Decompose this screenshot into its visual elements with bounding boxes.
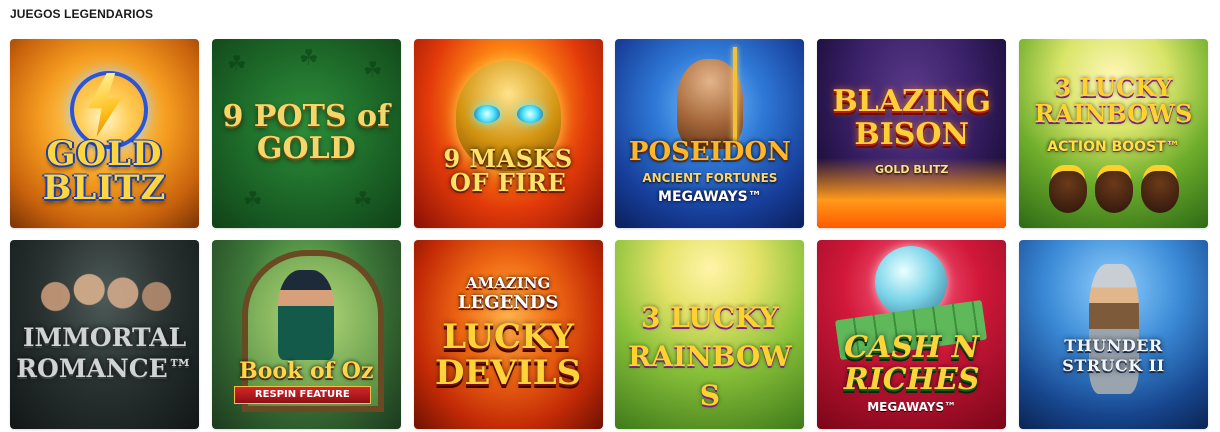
game-tile-poseidon[interactable]: POSEIDON ANCIENT FORTUNES MEGAWAYS™ (615, 39, 805, 228)
game-tile-thunderstruck-2[interactable]: THUNDER STRUCK II (1018, 240, 1208, 429)
megaways-badge: MEGAWAYS™ (867, 400, 957, 414)
respin-feature-banner: RESPIN FEATURE (233, 386, 371, 404)
game-title: THUNDER STRUCK II (1062, 336, 1165, 375)
game-title: POSEIDON (628, 137, 791, 167)
game-tile-cash-n-riches-megaways[interactable]: CASH N RICHES MEGAWAYS™ (817, 240, 1007, 429)
game-tile-amazing-legends-lucky-devils[interactable]: AMAZING LEGENDS Lucky DEVILS (413, 240, 603, 429)
mask-eye-icon (516, 105, 543, 123)
game-tile-immortal-romance[interactable]: IMMORTAL ROMANCE™ (10, 240, 199, 429)
game-title: 9 MASKS OF FIRE (443, 144, 573, 197)
clover-icon: ☘ (226, 51, 247, 76)
pot-of-gold-icon (1048, 171, 1087, 213)
clover-icon: ☘ (352, 187, 373, 212)
pot-of-gold-icon (1140, 171, 1179, 213)
game-title: 3 LUCKY RAINBOWS (1034, 73, 1193, 128)
game-subtitle: ANCIENT FORTUNES (642, 171, 778, 185)
game-tile-book-of-oz[interactable]: Book of Oz RESPIN FEATURE (211, 240, 401, 429)
games-grid: GOLD BLITZ ☘ ☘ ☘ ☘ ☘ 9 POTS of GOLD 9 MA… (10, 39, 1208, 429)
clover-icon: ☘ (298, 45, 319, 70)
game-title: GOLD BLITZ (42, 134, 167, 208)
game-title: Lucky DEVILS (435, 317, 582, 393)
game-subtitle: LEGENDS (457, 292, 559, 313)
clover-icon: ☘ (362, 57, 383, 82)
game-tile-9-pots-of-gold[interactable]: ☘ ☘ ☘ ☘ ☘ 9 POTS of GOLD (211, 39, 401, 228)
game-tile-blazing-bison[interactable]: BLAZING BISON GOLD BLITZ (817, 39, 1007, 228)
game-subtitle: GOLD BLITZ (875, 163, 949, 176)
game-subtitle: AMAZING (465, 274, 551, 292)
game-subtitle: ACTION BOOST™ (1047, 139, 1180, 155)
wizard-figure (277, 270, 334, 360)
game-title: BLAZING BISON (832, 84, 992, 152)
game-title: 3 LUCKY RAINBOWS (628, 301, 792, 413)
clover-icon: ☘ (242, 187, 263, 212)
game-tile-gold-blitz[interactable]: GOLD BLITZ (10, 39, 199, 228)
game-tile-3-lucky-rainbows[interactable]: 3 LUCKY RAINBOWS (615, 240, 805, 429)
section-title: JUEGOS LEGENDARIOS (10, 7, 154, 21)
trident-icon (733, 47, 738, 147)
game-tile-9-masks-of-fire[interactable]: 9 MASKS OF FIRE (413, 39, 603, 228)
game-title: Book of Oz (239, 358, 374, 384)
pot-of-gold-icon (1094, 171, 1133, 213)
megaways-badge: MEGAWAYS™ (658, 189, 762, 205)
game-title: IMMORTAL ROMANCE™ (16, 323, 193, 384)
game-title: 9 POTS of GOLD (222, 99, 390, 166)
characters-illustration (28, 258, 181, 328)
game-title: CASH N RICHES (843, 330, 980, 397)
mask-eye-icon (473, 105, 500, 123)
game-tile-3-lucky-rainbows-action-boost[interactable]: 3 LUCKY RAINBOWS ACTION BOOST™ (1018, 39, 1208, 228)
